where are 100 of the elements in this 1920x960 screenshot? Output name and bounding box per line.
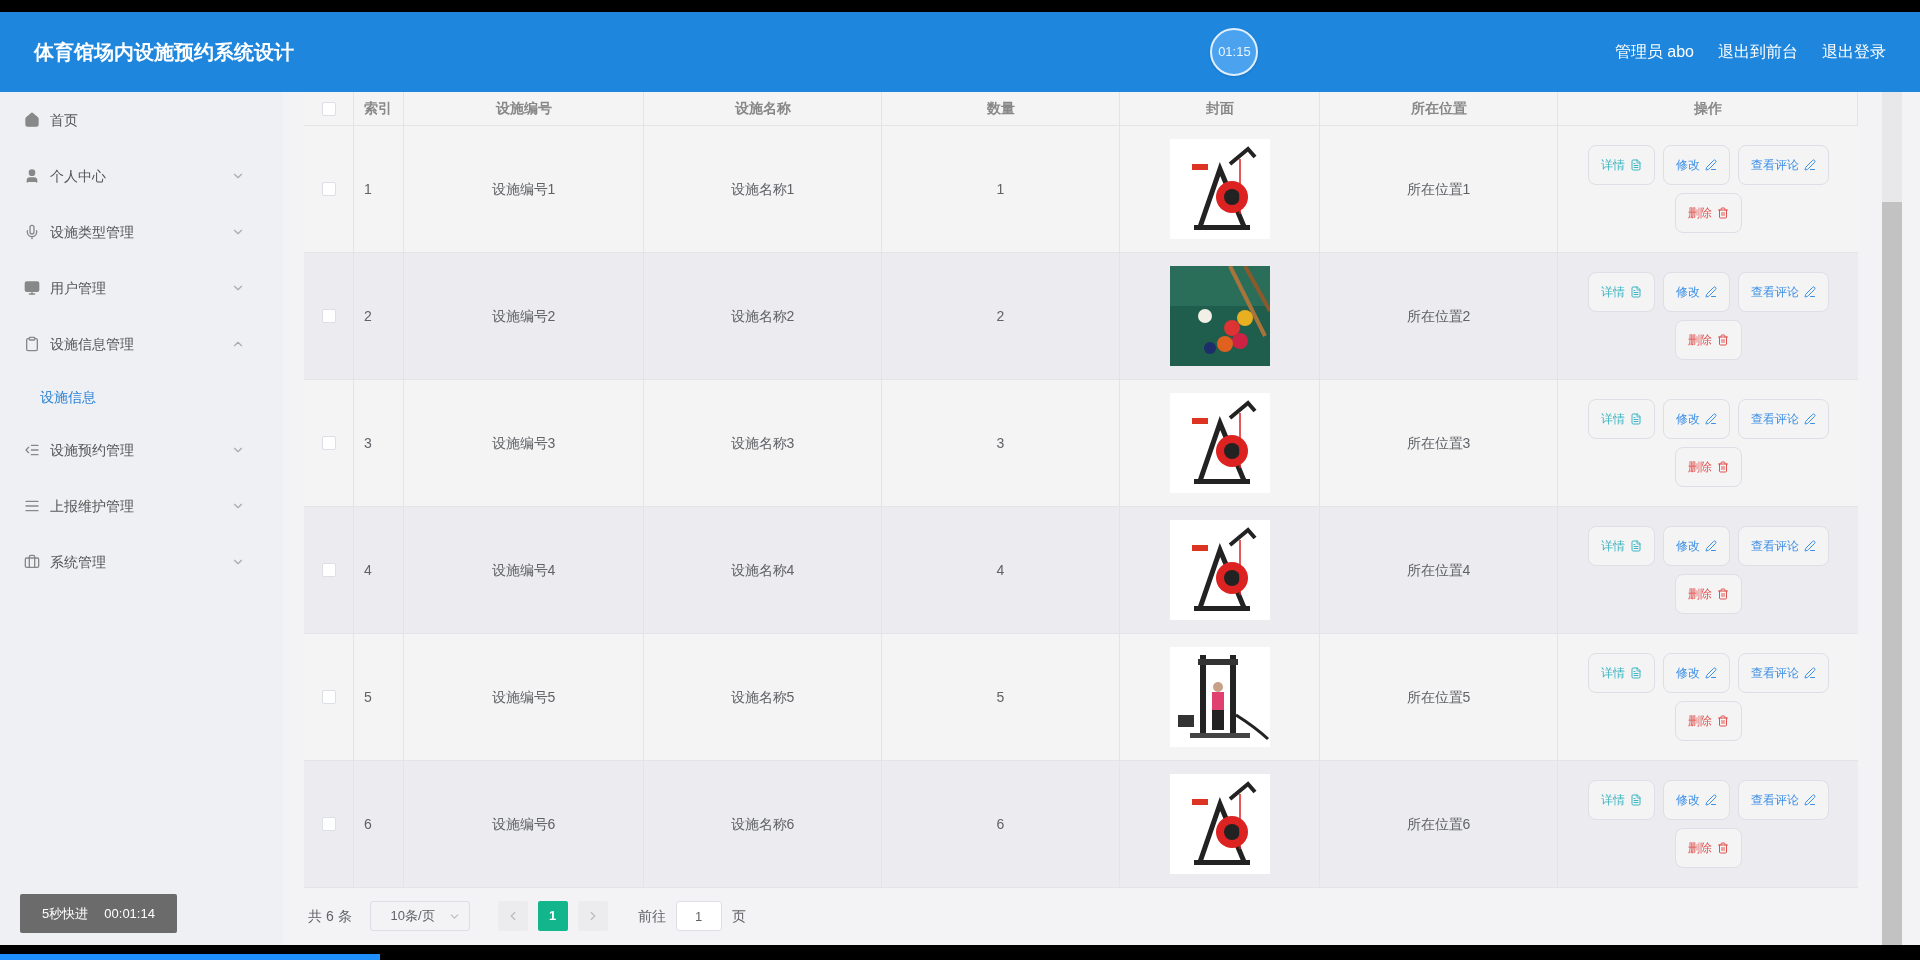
document-icon [1629, 286, 1642, 298]
menu-item[interactable]: 设施信息管理 [0, 316, 283, 372]
pencil-icon [1803, 413, 1816, 425]
document-icon [1629, 794, 1642, 806]
table-cell-text: 设施编号1 [491, 179, 556, 199]
page-size-select[interactable]: 10条/页 [369, 901, 470, 931]
menu-item[interactable]: 首页 [0, 92, 283, 148]
menu-label: 用户管理 [50, 278, 107, 298]
pencil-icon [1704, 286, 1717, 298]
action-button[interactable]: 删除 [1674, 828, 1742, 868]
table-cell-text: 所在位置3 [1406, 433, 1471, 453]
column-header: 设施编号 [495, 99, 552, 118]
page-input[interactable]: 1 [675, 901, 722, 931]
menu-item[interactable]: 系统管理 [0, 534, 283, 590]
table-cell-text: 1 [996, 179, 1005, 199]
prev-page-button[interactable] [497, 901, 528, 931]
column-header: 设施名称 [734, 99, 791, 118]
page-button[interactable]: 1 [537, 901, 568, 931]
pencil-icon [1704, 667, 1717, 679]
action-button[interactable]: 删除 [1674, 447, 1742, 487]
table-cell-text: 2 [364, 306, 372, 326]
action-button[interactable]: 删除 [1674, 193, 1742, 233]
clipboard-icon [24, 336, 40, 352]
action-button[interactable]: 修改 [1662, 653, 1730, 693]
pencil-icon [1803, 159, 1816, 171]
microphone-icon [24, 224, 40, 240]
briefcase-icon [24, 554, 40, 570]
action-button[interactable]: 详情 [1587, 272, 1655, 312]
header-link[interactable]: 管理员 abo [1614, 40, 1694, 64]
skip-label: 5秒快进 [42, 904, 89, 923]
action-button[interactable]: 查看评论 [1737, 272, 1829, 312]
column-header: 索引 [364, 99, 392, 118]
pencil-icon [1803, 540, 1816, 552]
menu-item[interactable]: 用户管理 [0, 260, 283, 316]
action-button[interactable]: 删除 [1674, 701, 1742, 741]
action-button[interactable]: 删除 [1674, 574, 1742, 614]
header-link[interactable]: 退出到前台 [1718, 40, 1798, 64]
pencil-icon [1704, 413, 1717, 425]
table-cell-text: 1 [364, 179, 372, 199]
pencil-icon [1704, 159, 1717, 171]
timer-badge: 01:15 [1210, 28, 1259, 76]
column-header: 操作 [1693, 99, 1722, 118]
table-cell-text: 6 [364, 814, 372, 834]
goto-label: 前往 [637, 906, 666, 926]
menu-item[interactable]: 个人中心 [0, 148, 283, 204]
menu-item[interactable]: 上报维护管理 [0, 478, 283, 534]
fast-forward-overlay[interactable]: 5秒快进 00:01:14 [20, 894, 177, 933]
action-button[interactable]: 删除 [1674, 320, 1742, 360]
action-button[interactable]: 查看评论 [1737, 780, 1829, 820]
column-header: 所在位置 [1410, 99, 1467, 118]
menu-label: 设施信息管理 [50, 334, 135, 354]
checkbox[interactable] [321, 182, 336, 196]
table-cell-text: 所在位置4 [1406, 560, 1471, 580]
action-button[interactable]: 修改 [1662, 272, 1730, 312]
playback-time: 00:01:14 [104, 904, 155, 923]
table-cell-text: 设施编号5 [491, 687, 556, 707]
checkbox[interactable] [321, 817, 336, 831]
action-button[interactable]: 详情 [1587, 399, 1655, 439]
action-button[interactable]: 详情 [1587, 145, 1655, 185]
pencil-icon [1803, 794, 1816, 806]
trash-icon [1716, 588, 1729, 600]
table-cell-text: 所在位置6 [1406, 814, 1471, 834]
column-header: 封面 [1205, 99, 1234, 118]
trash-icon [1716, 207, 1729, 219]
menu-label: 设施预约管理 [50, 440, 135, 460]
table-cell-text: 3 [996, 433, 1005, 453]
action-button[interactable]: 详情 [1587, 780, 1655, 820]
checkbox[interactable] [321, 563, 336, 577]
table-cell-text: 所在位置2 [1406, 306, 1471, 326]
trash-icon [1716, 715, 1729, 727]
menu-label: 设施类型管理 [50, 222, 135, 242]
menu-item[interactable]: 设施类型管理 [0, 204, 283, 260]
checkbox[interactable] [321, 101, 336, 116]
action-button[interactable]: 详情 [1587, 526, 1655, 566]
submenu-item[interactable]: 设施信息 [0, 372, 283, 422]
action-button[interactable]: 修改 [1662, 399, 1730, 439]
menu-item[interactable]: 设施预约管理 [0, 422, 283, 478]
next-page-button[interactable] [577, 901, 608, 931]
checkbox[interactable] [321, 690, 336, 704]
action-button[interactable]: 查看评论 [1737, 526, 1829, 566]
action-button[interactable]: 查看评论 [1737, 399, 1829, 439]
checkbox[interactable] [321, 436, 336, 450]
user-icon [24, 168, 40, 184]
page-suffix: 页 [731, 906, 746, 926]
table-cell-text: 设施名称3 [730, 433, 795, 453]
menu-label: 系统管理 [50, 552, 107, 572]
action-button[interactable]: 修改 [1662, 145, 1730, 185]
trash-icon [1716, 461, 1729, 473]
action-button[interactable]: 详情 [1587, 653, 1655, 693]
header-link[interactable]: 退出登录 [1822, 40, 1886, 64]
table-cell-text: 设施名称4 [730, 560, 795, 580]
action-button[interactable]: 查看评论 [1737, 653, 1829, 693]
document-icon [1629, 667, 1642, 679]
action-button[interactable]: 修改 [1662, 780, 1730, 820]
action-button[interactable]: 修改 [1662, 526, 1730, 566]
table-cell-text: 设施编号3 [491, 433, 556, 453]
action-button[interactable]: 查看评论 [1737, 145, 1829, 185]
checkbox[interactable] [321, 309, 336, 323]
table-cell-text: 设施名称1 [730, 179, 795, 199]
menu-label: 个人中心 [50, 166, 107, 186]
